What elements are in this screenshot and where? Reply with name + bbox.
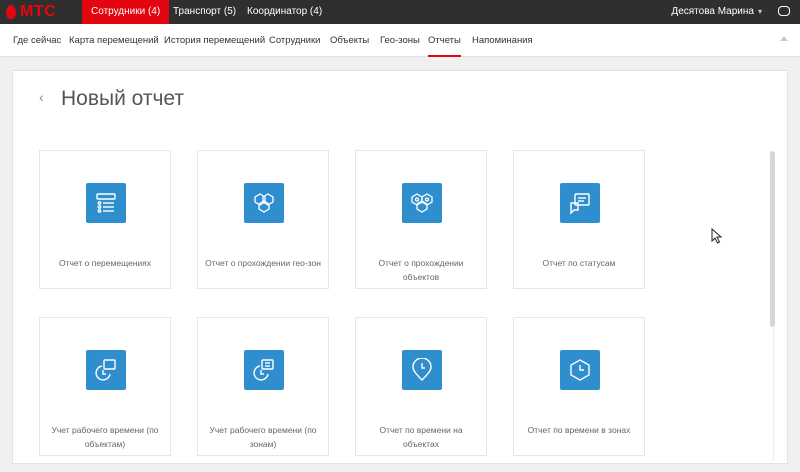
clock-pin-icon xyxy=(402,350,442,390)
nav-employees[interactable]: Сотрудники xyxy=(269,24,320,57)
chat-icon[interactable] xyxy=(778,6,790,16)
collapse-icon[interactable] xyxy=(780,36,788,41)
report-label: Отчет по статусам xyxy=(542,258,616,268)
nav-movement-map[interactable]: Карта перемещений xyxy=(69,24,159,57)
report-label: Отчет по времени на объектах xyxy=(379,425,463,449)
nav-geozones[interactable]: Гео-зоны xyxy=(380,24,420,57)
worktime-zones-icon xyxy=(244,350,284,390)
report-label: Отчет о прохождении гео-зон xyxy=(205,258,321,268)
report-card-geozones[interactable]: Отчет о прохождении гео-зон xyxy=(197,150,329,289)
page-title: Новый отчет xyxy=(61,87,185,110)
nav-reminders[interactable]: Напоминания xyxy=(472,24,533,57)
report-panel: ‹ Новый отчет Отчет о перемещениях Отчет… xyxy=(12,70,788,464)
tab-coordinator[interactable]: Координатор (4) xyxy=(238,0,331,24)
chevron-left-icon[interactable]: ‹ xyxy=(39,89,44,105)
report-card-statuses[interactable]: Отчет по статусам xyxy=(513,150,645,289)
mts-egg-icon xyxy=(6,5,16,19)
top-bar: МТС Сотрудники (4) Транспорт (5) Координ… xyxy=(0,0,800,24)
report-card-worktime-zones[interactable]: Учет рабочего времени (по зонам) xyxy=(197,317,329,456)
worktime-objects-icon xyxy=(86,350,126,390)
tab-transport[interactable]: Транспорт (5) xyxy=(164,0,245,24)
nav-objects[interactable]: Объекты xyxy=(330,24,369,57)
scrollbar[interactable] xyxy=(770,151,775,327)
chevron-down-icon: ▾ xyxy=(757,7,762,16)
report-label: Учет рабочего времени (по зонам) xyxy=(209,425,317,449)
geozones-icon xyxy=(244,183,284,223)
report-label: Учет рабочего времени (по объектам) xyxy=(51,425,159,449)
report-label: Отчет о прохождении объектов xyxy=(378,258,464,282)
report-card-objects[interactable]: Отчет о прохождении объектов xyxy=(355,150,487,289)
tab-employees[interactable]: Сотрудники (4) xyxy=(82,0,170,24)
report-card-movements[interactable]: Отчет о перемещениях xyxy=(39,150,171,289)
report-card-worktime-objects[interactable]: Учет рабочего времени (по объектам) xyxy=(39,317,171,456)
status-chat-icon xyxy=(560,183,600,223)
report-label: Отчет по времени в зонах xyxy=(527,425,631,435)
brand-name: МТС xyxy=(20,3,57,20)
nav-reports[interactable]: Отчеты xyxy=(428,24,461,57)
route-list-icon xyxy=(86,183,126,223)
report-card-time-zones[interactable]: Отчет по времени в зонах xyxy=(513,317,645,456)
clock-hexagon-icon xyxy=(560,350,600,390)
sub-navigation: Где сейчас Карта перемещений История пер… xyxy=(0,24,800,57)
nav-movement-history[interactable]: История перемещений xyxy=(164,24,265,57)
objects-icon xyxy=(402,183,442,223)
nav-where-now[interactable]: Где сейчас xyxy=(13,24,61,57)
mts-logo[interactable]: МТС xyxy=(6,2,56,22)
user-name: Десятова Марина xyxy=(671,6,754,17)
report-card-time-objects[interactable]: Отчет по времени на объектах xyxy=(355,317,487,456)
report-label: Отчет о перемещениях xyxy=(59,258,151,268)
mouse-cursor-icon xyxy=(711,228,723,244)
user-menu[interactable]: Десятова Марина ▾ xyxy=(671,0,762,24)
